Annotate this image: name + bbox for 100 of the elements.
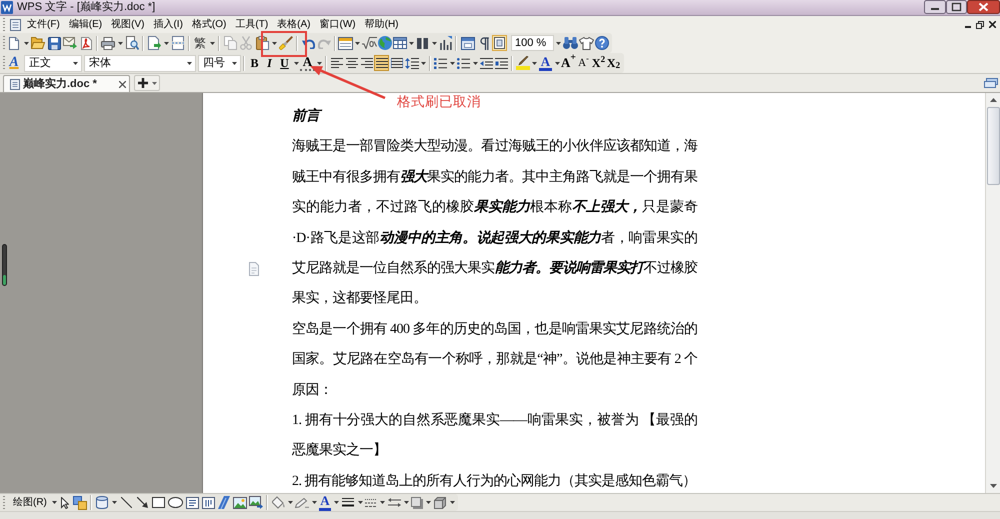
form-window-icon[interactable] [338, 36, 353, 50]
caret-icon[interactable] [187, 62, 192, 64]
font-size-select[interactable]: 四号 [198, 54, 241, 72]
table-icon[interactable] [392, 37, 406, 49]
align-left-icon[interactable] [330, 58, 342, 68]
caret-icon[interactable] [210, 42, 214, 44]
pointer-icon[interactable] [61, 496, 69, 508]
caret-icon[interactable] [556, 42, 560, 44]
arrow-icon[interactable] [136, 497, 148, 508]
page-arrow-icon[interactable] [148, 36, 160, 50]
alignment-button[interactable] [389, 55, 404, 71]
align-right-icon[interactable] [360, 58, 372, 68]
new-document-icon[interactable] [9, 36, 19, 50]
close-icon[interactable] [119, 80, 126, 88]
caret-icon[interactable] [294, 62, 298, 64]
rectangle-icon[interactable] [152, 497, 164, 508]
subscript-button[interactable]: X$_{2}$ [606, 55, 621, 71]
caret-icon[interactable] [450, 62, 454, 64]
zoom-field[interactable]: 100 % [511, 35, 554, 51]
slanted-shape-icon[interactable] [218, 496, 230, 509]
caret-icon[interactable] [532, 62, 536, 64]
caret-icon[interactable] [432, 42, 436, 44]
picture-icon[interactable] [233, 496, 247, 508]
document-swirl-icon[interactable] [80, 36, 92, 50]
document-tab[interactable]: 巅峰实力.doc * [3, 75, 130, 92]
drawing-menu-button[interactable]: 绘图(R) [10, 495, 50, 510]
menu-item[interactable]: 视图(V) [110, 18, 146, 32]
caret-icon[interactable] [420, 62, 426, 64]
italic-button[interactable]: I [262, 55, 277, 71]
caret-icon[interactable] [450, 501, 454, 504]
caret-icon[interactable] [554, 62, 560, 64]
scroll-up-arrow-icon[interactable] [990, 98, 996, 102]
menu-item[interactable]: 格式(O) [190, 18, 228, 32]
scrollbar-track[interactable] [985, 93, 1000, 493]
align-center-icon[interactable] [346, 58, 358, 68]
scrollbar-thumb[interactable] [986, 107, 1000, 185]
app-logo-icon[interactable] [1, 1, 13, 14]
menu-item[interactable]: 编辑(E) [68, 18, 104, 32]
arrow-style-icon[interactable] [388, 498, 400, 507]
decrease-indent-icon[interactable] [480, 58, 493, 68]
cube-icon[interactable] [434, 496, 446, 508]
ellipse-icon[interactable] [168, 497, 182, 508]
split-page-icon[interactable] [172, 36, 184, 50]
maximize-icon[interactable] [946, 0, 967, 14]
alignment-button[interactable] [329, 55, 344, 71]
dash-style-icon[interactable] [365, 498, 377, 506]
menu-item[interactable]: 表格(A) [276, 18, 312, 32]
cylinder-icon[interactable] [96, 496, 108, 509]
caret-icon[interactable] [164, 42, 168, 44]
brush-icon[interactable] [279, 36, 293, 50]
caret-icon[interactable] [408, 42, 414, 44]
text-box-icon[interactable] [186, 496, 198, 508]
menu-item[interactable]: 文件(F) [26, 18, 61, 32]
menu-item[interactable]: 插入(I) [152, 18, 184, 32]
close-icon[interactable] [989, 21, 996, 28]
alignment-button[interactable] [344, 55, 359, 71]
grow-font-button[interactable]: A$^{+}$ [561, 55, 576, 71]
caret-icon[interactable] [272, 42, 276, 44]
caret-icon[interactable] [112, 501, 116, 504]
binoculars-icon[interactable] [562, 37, 578, 49]
columns-icon[interactable] [417, 38, 428, 48]
menu-item[interactable]: 窗口(W) [318, 18, 357, 32]
highlighter-icon[interactable] [516, 56, 530, 70]
pen-icon[interactable] [295, 498, 309, 508]
increase-indent-icon[interactable] [495, 58, 508, 68]
alignment-button[interactable] [359, 55, 374, 71]
line-spacing-icon[interactable] [404, 58, 418, 68]
caret-icon[interactable] [73, 62, 78, 64]
superscript-button[interactable]: X$^{2}$ [591, 55, 606, 71]
caret-icon[interactable] [52, 501, 56, 504]
font-color-button[interactable]: A [539, 55, 552, 71]
menu-item[interactable]: 工具(T) [234, 18, 270, 32]
paint-bucket-icon[interactable] [272, 496, 284, 509]
help-icon[interactable] [595, 36, 609, 50]
caret-icon[interactable] [472, 62, 478, 64]
menu-item[interactable]: 帮助(H) [364, 18, 400, 32]
font-select[interactable]: 宋体 [84, 54, 196, 72]
globe-icon[interactable] [378, 36, 392, 50]
alignment-button[interactable] [374, 55, 389, 71]
scroll-down-arrow-icon[interactable] [990, 484, 996, 488]
shrink-font-button[interactable]: A$^{-}$ [576, 55, 591, 71]
style-select[interactable]: 正文 [24, 54, 82, 72]
stacked-windows-icon[interactable] [984, 78, 998, 88]
bulleted-list-icon[interactable] [457, 58, 470, 68]
vertical-text-box-icon[interactable] [202, 496, 214, 508]
align-justify-icon[interactable] [376, 58, 388, 68]
caret-icon[interactable] [152, 82, 157, 84]
plus-icon[interactable] [138, 78, 148, 88]
caret-icon[interactable] [118, 42, 122, 44]
caret-icon[interactable] [380, 501, 384, 504]
minimize-icon[interactable] [924, 0, 946, 14]
save-icon[interactable] [48, 36, 60, 50]
document-icon[interactable] [10, 18, 21, 30]
caret-icon[interactable] [358, 501, 362, 504]
caret-icon[interactable] [426, 501, 430, 504]
numbered-list-icon[interactable] [434, 58, 447, 68]
caret-icon[interactable] [288, 501, 292, 504]
page-magnifier-icon[interactable] [126, 36, 138, 50]
caret-icon[interactable] [334, 501, 338, 504]
caret-icon[interactable] [232, 62, 237, 64]
